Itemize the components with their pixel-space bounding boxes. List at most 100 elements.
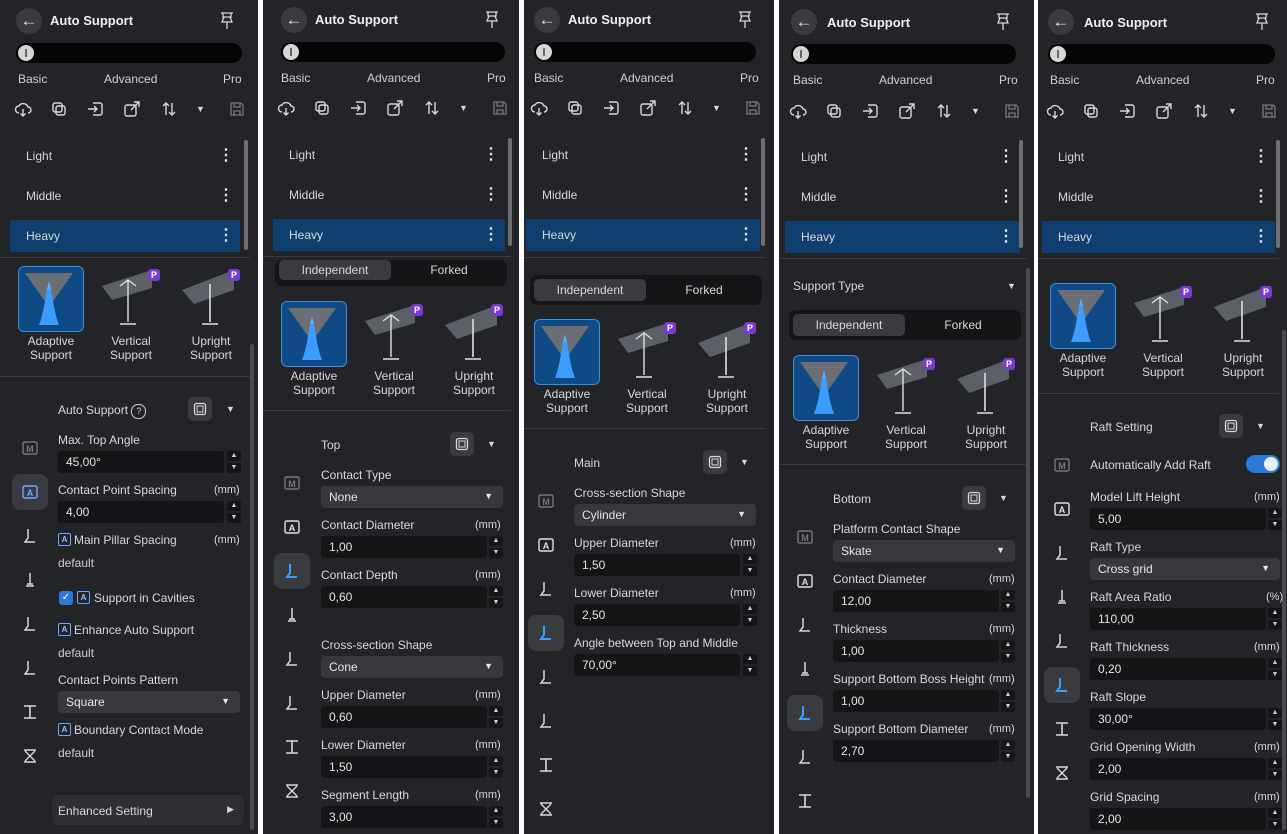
decrement-icon[interactable]: ▼ — [1001, 752, 1015, 762]
bottom-diameter-field[interactable]: 2,70 — [833, 740, 999, 762]
angle-field[interactable]: 70,00° — [574, 654, 740, 676]
preset-item-heavy[interactable]: Heavy ⋮ — [785, 221, 1020, 253]
cavities-checkbox[interactable]: ✓ — [59, 591, 73, 605]
section-settings-button[interactable] — [703, 450, 727, 474]
decrement-icon[interactable]: ▼ — [1268, 820, 1282, 830]
decrement-icon[interactable]: ▼ — [743, 616, 757, 626]
import-icon[interactable] — [86, 100, 104, 118]
decrement-icon[interactable]: ▼ — [489, 718, 503, 728]
decrement-icon[interactable]: ▼ — [1001, 652, 1015, 662]
level-basic[interactable]: Basic — [18, 72, 47, 86]
level-slider[interactable] — [16, 43, 242, 63]
level-slider[interactable] — [534, 42, 756, 62]
more-icon[interactable]: ⋮ — [738, 184, 754, 204]
more-icon[interactable]: ⋮ — [998, 226, 1014, 246]
level-advanced[interactable]: Advanced — [104, 72, 157, 86]
level-basic[interactable]: Basic — [281, 71, 310, 85]
increment-icon[interactable]: ▲ — [489, 536, 503, 546]
cps-field[interactable]: 4,00 — [58, 501, 224, 523]
help-icon[interactable]: ? — [131, 404, 147, 419]
import-icon[interactable] — [602, 99, 620, 117]
support-type-independent[interactable]: Independent — [534, 279, 646, 301]
chevron-down-icon[interactable]: ▼ — [999, 493, 1008, 503]
preset-item-light[interactable]: Light ⋮ — [273, 139, 505, 171]
increment-icon[interactable]: ▲ — [1001, 640, 1015, 650]
pillar-icon[interactable] — [12, 562, 48, 598]
preset-item-heavy[interactable]: Heavy ⋮ — [1042, 221, 1275, 253]
decrement-icon[interactable]: ▼ — [743, 566, 757, 576]
back-button[interactable]: ← — [534, 7, 560, 33]
increment-icon[interactable]: ▲ — [743, 654, 757, 664]
copy-icon[interactable] — [50, 100, 68, 118]
top-contact-icon[interactable] — [528, 571, 564, 607]
auto-mode-icon[interactable] — [1044, 491, 1080, 527]
preset-item-heavy[interactable]: Heavy ⋮ — [526, 219, 760, 251]
increment-icon[interactable]: ▲ — [489, 756, 503, 766]
level-slider-knob[interactable] — [1050, 46, 1066, 62]
upper-diameter-stepper[interactable]: ▲ ▼ — [489, 706, 503, 728]
preset-item-heavy[interactable]: Heavy ⋮ — [273, 219, 505, 251]
boundary-value[interactable]: default — [58, 746, 94, 760]
enhanced-setting-button[interactable]: Enhanced Setting ▶ — [52, 795, 244, 825]
enhance-value[interactable]: default — [58, 646, 94, 660]
more-icon[interactable]: ⋮ — [218, 145, 234, 165]
grid-spacing-stepper[interactable]: ▲ ▼ — [1268, 808, 1282, 830]
list-scrollbar[interactable] — [1276, 140, 1280, 248]
section-settings-button[interactable] — [188, 397, 212, 421]
chevron-down-icon[interactable]: ▼ — [1007, 281, 1016, 291]
panel-scrollbar[interactable] — [1282, 330, 1286, 830]
sort-icon[interactable] — [160, 100, 178, 118]
raft-slope-stepper[interactable]: ▲ ▼ — [1268, 708, 1282, 730]
copy-icon[interactable] — [825, 102, 843, 120]
preset-item-light[interactable]: Light ⋮ — [785, 141, 1020, 173]
increment-icon[interactable]: ▲ — [1001, 740, 1015, 750]
panel-scrollbar[interactable] — [250, 344, 254, 830]
more-icon[interactable]: ⋮ — [483, 224, 499, 244]
top-contact-icon[interactable] — [1044, 535, 1080, 571]
decrement-icon[interactable]: ▼ — [1268, 770, 1282, 780]
list-scrollbar[interactable] — [244, 140, 248, 250]
max-top-angle-stepper[interactable]: ▲ ▼ — [227, 451, 241, 473]
level-basic[interactable]: Basic — [1050, 73, 1079, 87]
grid-spacing-field[interactable]: 2,00 — [1090, 808, 1266, 830]
lower-diameter-stepper[interactable]: ▲ ▼ — [489, 756, 503, 778]
preset-item-light[interactable]: Light ⋮ — [1042, 141, 1275, 173]
contact-diameter-stepper[interactable]: ▲ ▼ — [1001, 590, 1015, 612]
increment-icon[interactable]: ▲ — [743, 554, 757, 564]
cloud-upload-icon[interactable] — [1046, 102, 1064, 120]
back-button[interactable]: ← — [281, 7, 307, 33]
thickness-field[interactable]: 1,00 — [833, 640, 999, 662]
level-pro[interactable]: Pro — [740, 71, 759, 85]
import-icon[interactable] — [1118, 102, 1136, 120]
sort-icon[interactable] — [1192, 102, 1210, 120]
top-contact-icon[interactable] — [274, 553, 310, 589]
manual-mode-icon[interactable] — [12, 430, 48, 466]
cloud-upload-icon[interactable] — [530, 99, 548, 117]
base-icon[interactable] — [274, 685, 310, 721]
preset-item-heavy[interactable]: Heavy ⋮ — [10, 220, 240, 252]
increment-icon[interactable]: ▲ — [489, 586, 503, 596]
top-contact-icon[interactable] — [787, 607, 823, 643]
chevron-down-icon[interactable]: ▼ — [226, 404, 235, 414]
pillar-icon[interactable] — [274, 597, 310, 633]
level-pro[interactable]: Pro — [1256, 73, 1275, 87]
save-icon[interactable] — [1003, 102, 1021, 120]
level-slider[interactable] — [791, 44, 1016, 64]
increment-icon[interactable]: ▲ — [1268, 608, 1282, 618]
chevron-down-icon[interactable]: ▼ — [1228, 102, 1246, 120]
upper-diameter-field[interactable]: 1,50 — [574, 554, 740, 576]
pillar-icon[interactable] — [1044, 579, 1080, 615]
more-icon[interactable]: ⋮ — [483, 184, 499, 204]
raft-type-dropdown[interactable]: Cross grid ▼ — [1090, 558, 1280, 580]
decrement-icon[interactable]: ▼ — [1268, 520, 1282, 530]
chevron-down-icon[interactable]: ▼ — [196, 100, 214, 118]
base-icon[interactable] — [528, 703, 564, 739]
decrement-icon[interactable]: ▼ — [1001, 602, 1015, 612]
grid-icon[interactable] — [1044, 755, 1080, 791]
cloud-upload-icon[interactable] — [277, 99, 295, 117]
ibeam-icon[interactable] — [1044, 711, 1080, 747]
increment-icon[interactable]: ▲ — [227, 501, 241, 511]
more-icon[interactable]: ⋮ — [1253, 226, 1269, 246]
export-icon[interactable] — [898, 102, 916, 120]
more-icon[interactable]: ⋮ — [738, 224, 754, 244]
